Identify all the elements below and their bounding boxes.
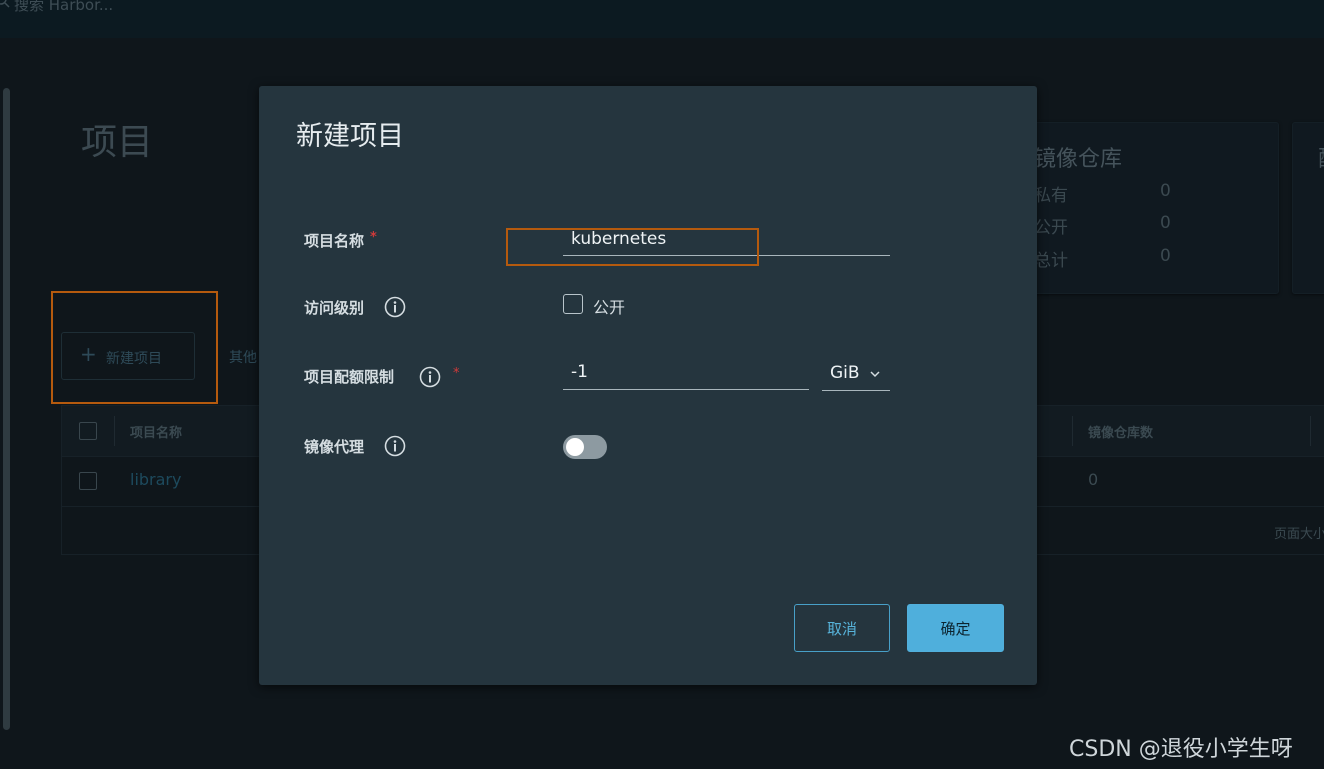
info-icon[interactable] bbox=[419, 366, 441, 388]
required-mark: * bbox=[370, 230, 377, 245]
quota-input[interactable]: -1 bbox=[563, 361, 809, 390]
summary-value-private: 0 bbox=[1160, 181, 1171, 201]
public-checkbox-label[interactable]: 公开 bbox=[593, 294, 625, 318]
page-title: 项目 bbox=[81, 122, 154, 163]
cancel-button[interactable]: 取消 bbox=[794, 604, 890, 652]
summary-label-private: 私有 bbox=[1034, 186, 1068, 206]
annotation-box-project-name bbox=[506, 228, 759, 266]
quota-value: -1 bbox=[571, 362, 588, 382]
toggle-knob bbox=[566, 438, 584, 456]
repo-count-cell: 0 bbox=[1088, 470, 1099, 489]
proxy-cache-label: 镜像代理 bbox=[304, 438, 365, 456]
info-icon[interactable] bbox=[384, 296, 406, 318]
annotation-box-new-project bbox=[51, 291, 218, 404]
quota-label: 项目配额限制 bbox=[304, 366, 394, 387]
select-all-checkbox[interactable] bbox=[79, 422, 97, 440]
repo-summary-title: 镜像仓库 bbox=[1034, 147, 1123, 172]
top-header: 搜索 Harbor... bbox=[0, 0, 1324, 38]
quota-summary-title: 配 bbox=[1318, 141, 1324, 173]
harbor-page: 搜索 Harbor... 项目 镜像仓库 配 私有 0 公开 0 总计 0 + … bbox=[0, 0, 1324, 769]
project-name-label-text: 项目名称 bbox=[304, 232, 365, 250]
page-scrollbar[interactable] bbox=[3, 88, 10, 730]
search-input[interactable]: 搜索 Harbor... bbox=[14, 0, 113, 15]
access-level-label: 访问级别 bbox=[304, 299, 365, 317]
dialog-title: 新建项目 bbox=[296, 121, 404, 152]
proxy-cache-toggle[interactable] bbox=[563, 435, 607, 459]
quota-unit-select[interactable]: GiB bbox=[822, 362, 890, 391]
ok-button[interactable]: 确定 bbox=[907, 604, 1004, 652]
search-icon[interactable] bbox=[0, 0, 10, 8]
column-header-name[interactable]: 项目名称 bbox=[130, 422, 182, 441]
required-mark: * bbox=[453, 366, 460, 381]
summary-label-public: 公开 bbox=[1034, 218, 1068, 238]
column-divider bbox=[1310, 416, 1311, 446]
project-link[interactable]: library bbox=[130, 470, 181, 489]
watermark: CSDN @退役小学生呀 bbox=[1069, 737, 1293, 762]
summary-value-total: 0 bbox=[1160, 246, 1171, 266]
page-size-label: 页面大小 bbox=[1274, 527, 1324, 542]
public-checkbox[interactable] bbox=[563, 294, 583, 314]
column-divider bbox=[1072, 416, 1073, 446]
column-divider bbox=[114, 416, 115, 446]
column-header-repo-count[interactable]: 镜像仓库数 bbox=[1088, 422, 1153, 441]
summary-label-total: 总计 bbox=[1034, 251, 1068, 271]
chevron-down-icon bbox=[870, 371, 880, 378]
info-icon[interactable] bbox=[384, 435, 406, 457]
new-project-dialog: 新建项目 项目名称* kubernetes 访问级别 公开 项目配额限制 * bbox=[259, 86, 1037, 685]
quota-label-text: 项目配额限制 bbox=[304, 368, 395, 386]
project-name-label: 项目名称 * bbox=[304, 230, 377, 251]
quota-unit-value: GiB bbox=[830, 363, 860, 383]
summary-value-public: 0 bbox=[1160, 213, 1171, 233]
other-actions-button[interactable]: 其他 bbox=[229, 347, 257, 367]
row-checkbox[interactable] bbox=[79, 472, 97, 490]
